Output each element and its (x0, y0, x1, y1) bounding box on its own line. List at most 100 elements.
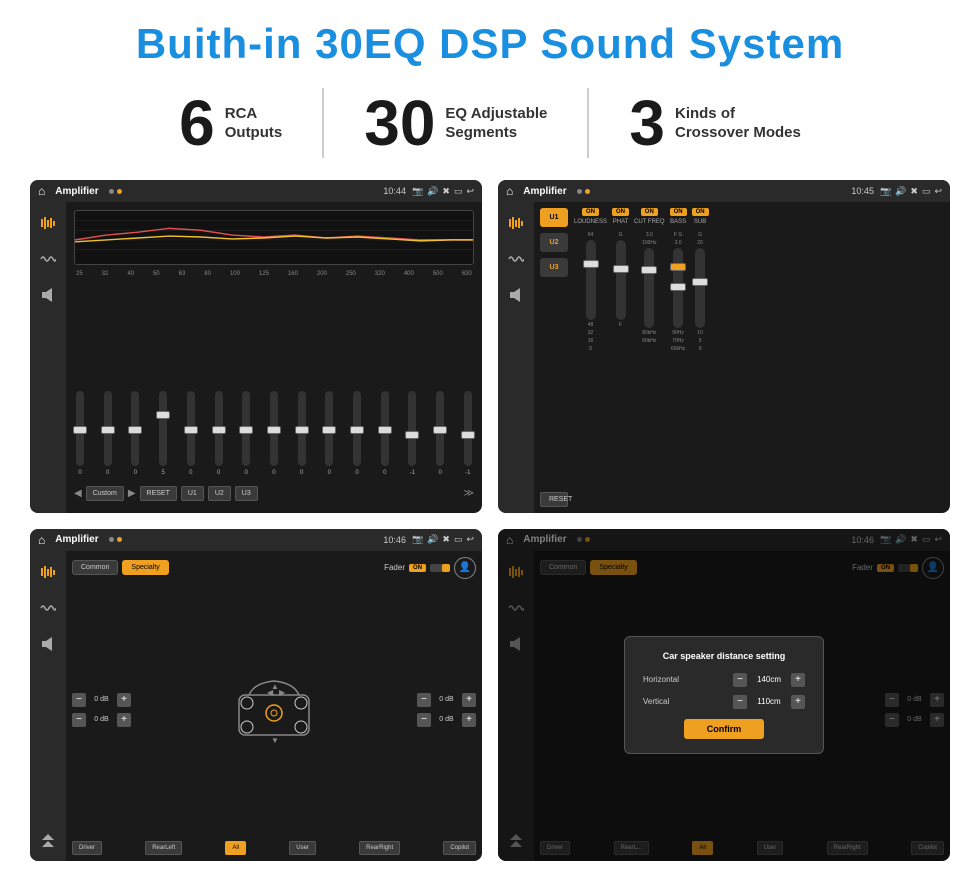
bass-on[interactable]: ON (670, 208, 687, 216)
sub-slider[interactable] (695, 248, 705, 328)
driver-btn[interactable]: Driver (72, 841, 102, 855)
fader-screen-content: Common Specialty Fader ON 👤 (30, 551, 482, 862)
wave-icon[interactable] (37, 248, 59, 270)
fader-time: 10:46 (383, 535, 406, 545)
u1-preset[interactable]: U1 (540, 208, 568, 227)
stats-row: 6 RCAOutputs 30 EQ AdjustableSegments 3 … (30, 88, 950, 158)
home-icon: ⌂ (38, 184, 45, 198)
eq-slider-11: 0 (381, 391, 389, 476)
xover-eq-icon[interactable] (505, 212, 527, 234)
rr-minus[interactable]: − (417, 713, 431, 727)
next-arrow[interactable]: ▶ (128, 488, 136, 499)
sub-col: ON SUB G 20 10 5 0 (692, 208, 709, 507)
rl-db-row: − 0 dB + (72, 713, 131, 727)
fl-db-row: − 0 dB + (72, 693, 131, 707)
fader-app-title: Amplifier (55, 534, 98, 545)
eq-status-icons: 📷 🔊 ✖ ▭ ↩ (412, 186, 474, 197)
eq-sliders: 0 0 0 5 (74, 283, 474, 476)
loudness-on[interactable]: ON (582, 208, 599, 216)
fl-minus[interactable]: − (72, 693, 86, 707)
xover-time: 10:45 (851, 186, 874, 196)
rearright-btn[interactable]: RearRight (359, 841, 400, 855)
horizontal-plus[interactable]: + (791, 673, 805, 687)
confirm-button[interactable]: Confirm (684, 719, 764, 739)
xover-app-title: Amplifier (523, 186, 566, 197)
fader-dots (109, 537, 122, 542)
more-arrow[interactable]: ≫ (464, 488, 474, 499)
xover-dot-2 (585, 189, 590, 194)
phat-col: ON PHAT G F (612, 208, 629, 507)
specialty-tab[interactable]: Specialty (122, 560, 168, 575)
sub-label: SUB (694, 219, 706, 225)
eq-bottom-bar: ◀ Custom ▶ RESET U1 U2 U3 ≫ (74, 482, 474, 505)
u3-preset[interactable]: U3 (540, 258, 568, 277)
loudness-label: LOUDNESS (574, 219, 607, 225)
custom-preset[interactable]: Custom (86, 486, 124, 501)
speaker-icon[interactable] (37, 284, 59, 306)
phat-slider[interactable] (616, 240, 626, 320)
stat-rca: 6 RCAOutputs (139, 91, 322, 155)
vertical-minus[interactable]: − (733, 695, 747, 709)
rearleft-btn[interactable]: RearLeft (145, 841, 182, 855)
loudness-col: ON LOUDNESS 64 48 32 16 0 (574, 208, 607, 507)
eq-track-0[interactable] (76, 391, 84, 466)
eq-screen: ⌂ Amplifier 10:44 📷 🔊 ✖ ▭ ↩ (30, 180, 482, 513)
eq-slider-13: 0 (436, 391, 444, 476)
wifi-icon: ✖ (442, 186, 450, 197)
user-btn[interactable]: User (289, 841, 316, 855)
xover-reset-btn[interactable]: RESET (540, 492, 568, 507)
fl-plus[interactable]: + (117, 693, 131, 707)
all-btn[interactable]: All (225, 841, 246, 855)
wifi-icon-2: ✖ (910, 186, 918, 197)
xover-status-bar: ⌂ Amplifier 10:45 📷 🔊 ✖ ▭ ↩ (498, 180, 950, 202)
fader-arrow-icon[interactable] (37, 829, 59, 851)
reset-btn[interactable]: RESET (140, 486, 177, 501)
fader-wave-icon[interactable] (37, 597, 59, 619)
fader-speaker-icon[interactable] (37, 633, 59, 655)
fader-on-badge[interactable]: ON (409, 564, 426, 572)
loudness-slider[interactable] (586, 240, 596, 320)
camera-icon-3: 📷 (412, 534, 423, 545)
sub-on[interactable]: ON (692, 208, 709, 216)
fader-screen: ⌂ Amplifier 10:46 📷 🔊 ✖ ▭ ↩ (30, 529, 482, 862)
u1-btn[interactable]: U1 (181, 486, 204, 501)
u2-btn[interactable]: U2 (208, 486, 231, 501)
distance-screen: ⌂ Amplifier 10:46 📷 🔊 ✖ ▭ ↩ (498, 529, 950, 862)
bass-slider[interactable] (673, 248, 683, 328)
u3-btn[interactable]: U3 (235, 486, 258, 501)
cutfreq-slider[interactable] (644, 248, 654, 328)
vertical-plus[interactable]: + (791, 695, 805, 709)
fader-status-bar: ⌂ Amplifier 10:46 📷 🔊 ✖ ▭ ↩ (30, 529, 482, 551)
crossover-screen: ⌂ Amplifier 10:45 📷 🔊 ✖ ▭ ↩ (498, 180, 950, 513)
xover-status-icons: 📷 🔊 ✖ ▭ ↩ (880, 186, 942, 197)
rr-db-val: 0 dB (434, 716, 459, 723)
phat-on[interactable]: ON (612, 208, 629, 216)
rr-plus[interactable]: + (462, 713, 476, 727)
horizontal-minus[interactable]: − (733, 673, 747, 687)
cutfreq-on[interactable]: ON (641, 208, 658, 216)
rl-minus[interactable]: − (72, 713, 86, 727)
fader-text: Fader (384, 563, 405, 572)
eq-slider-4: 0 (187, 391, 195, 476)
battery-icon-3: ▭ (454, 534, 463, 545)
fr-minus[interactable]: − (417, 693, 431, 707)
u2-preset[interactable]: U2 (540, 233, 568, 252)
xover-wave-icon[interactable] (505, 248, 527, 270)
xover-speaker-icon[interactable] (505, 284, 527, 306)
copilot-btn[interactable]: Copilot (443, 841, 476, 855)
svg-text:▲: ▲ (271, 682, 279, 691)
fr-plus[interactable]: + (462, 693, 476, 707)
distance-modal: Car speaker distance setting Horizontal … (624, 636, 824, 754)
xover-screen-content: U1 U2 U3 RESET ON LOUDNESS 64 (498, 202, 950, 513)
eq-icon[interactable] (37, 212, 59, 234)
fader-main: Common Specialty Fader ON 👤 (66, 551, 482, 862)
preset-col: U1 U2 U3 RESET (540, 208, 568, 507)
fader-eq-icon[interactable] (37, 561, 59, 583)
horizontal-label: Horizontal (643, 675, 679, 684)
volume-icon-2: 🔊 (895, 186, 906, 197)
car-diagram: ◀ ▶ ▲ ▼ (135, 675, 413, 745)
common-tab[interactable]: Common (72, 560, 118, 575)
rl-plus[interactable]: + (117, 713, 131, 727)
prev-arrow[interactable]: ◀ (74, 488, 82, 499)
back-icon-2: ↩ (934, 186, 942, 197)
